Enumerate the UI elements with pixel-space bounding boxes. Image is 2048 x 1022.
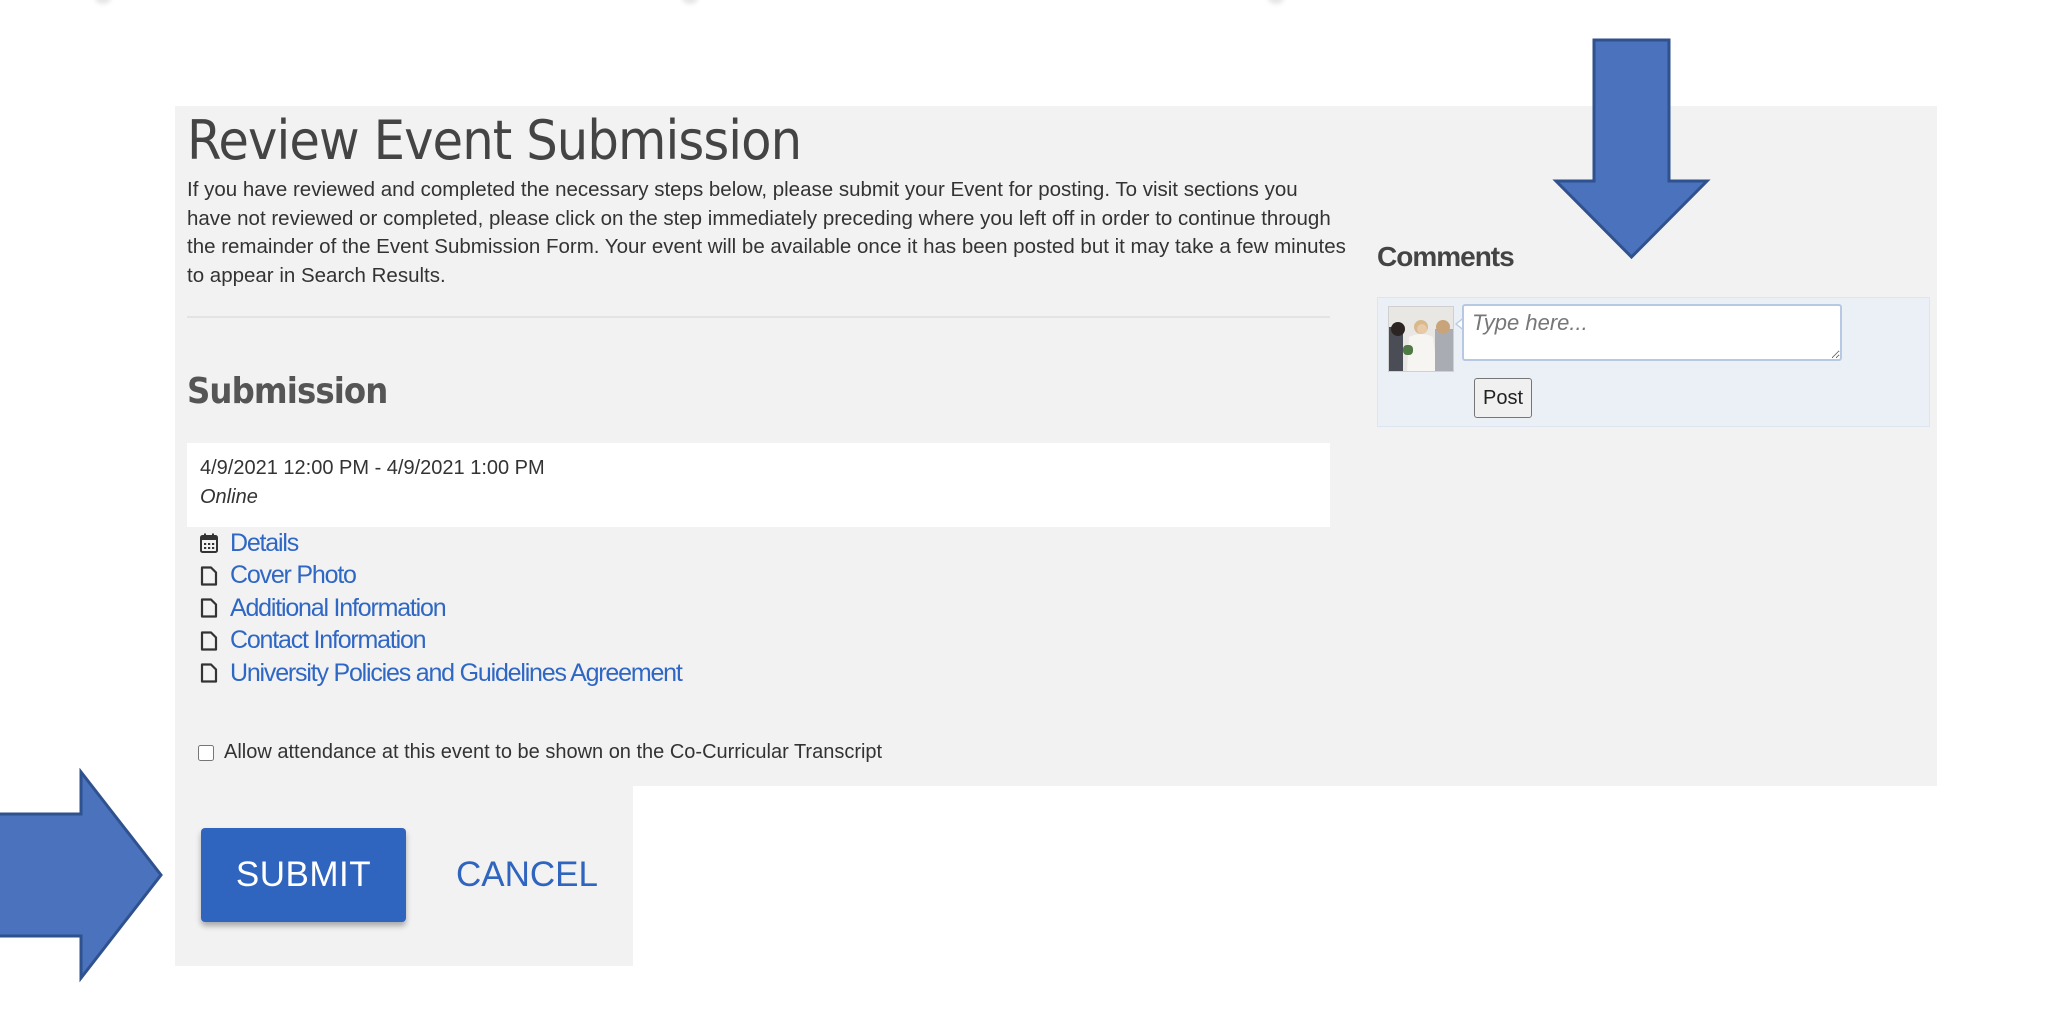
step-link-cover-photo[interactable]: Cover Photo xyxy=(230,561,357,590)
intro-text: If you have reviewed and completed the n… xyxy=(187,178,1346,287)
step-university-policies[interactable]: University Policies and Guidelines Agree… xyxy=(200,657,683,690)
step-additional-information[interactable]: Additional Information xyxy=(200,592,682,625)
cancel-button[interactable]: CANCEL xyxy=(440,828,614,922)
file-icon xyxy=(200,566,218,586)
user-avatar xyxy=(1388,306,1454,372)
decorative-dot xyxy=(682,0,698,4)
post-comment-button[interactable]: Post xyxy=(1474,378,1533,418)
step-contact-information[interactable]: Contact Information xyxy=(200,625,682,658)
submission-steps: Details Cover Photo Additional Informati… xyxy=(200,527,683,690)
decorative-dot xyxy=(1268,0,1284,4)
decorative-dot xyxy=(95,0,111,4)
ccr-checkbox-label: Allow attendance at this event to be sho… xyxy=(224,741,883,763)
step-details[interactable]: Details xyxy=(200,527,682,560)
step-link-contact-information[interactable]: Contact Information xyxy=(230,626,427,655)
event-summary-card: 4/9/2021 12:00 PM - 4/9/2021 1:00 PM Onl… xyxy=(187,443,1330,527)
page: Review Event Submission If you have revi… xyxy=(0,0,2048,1022)
step-cover-photo[interactable]: Cover Photo xyxy=(200,560,682,593)
event-date-range: 4/9/2021 12:00 PM - 4/9/2021 1:00 PM xyxy=(200,457,545,479)
submit-button[interactable]: SUBMIT xyxy=(201,828,406,922)
file-icon xyxy=(200,663,218,683)
page-title: Review Event Submission xyxy=(187,109,802,172)
event-location: Online xyxy=(200,486,258,508)
step-link-additional-information[interactable]: Additional Information xyxy=(230,594,447,623)
calendar-icon xyxy=(200,533,218,554)
annotation-arrow-down-icon xyxy=(1552,38,1711,260)
comment-input[interactable] xyxy=(1462,304,1842,361)
file-icon xyxy=(200,598,218,618)
comments-heading: Comments xyxy=(1377,241,1515,272)
comments-box: Post xyxy=(1377,297,1930,427)
ccr-option[interactable]: Allow attendance at this event to be sho… xyxy=(198,741,882,764)
divider xyxy=(187,316,1330,318)
ccr-checkbox[interactable] xyxy=(198,744,214,761)
annotation-arrow-right-icon xyxy=(0,768,163,983)
step-link-university-policies[interactable]: University Policies and Guidelines Agree… xyxy=(230,659,683,688)
file-icon xyxy=(200,631,218,651)
submission-heading: Submission xyxy=(187,371,388,412)
step-link-details[interactable]: Details xyxy=(230,529,299,558)
